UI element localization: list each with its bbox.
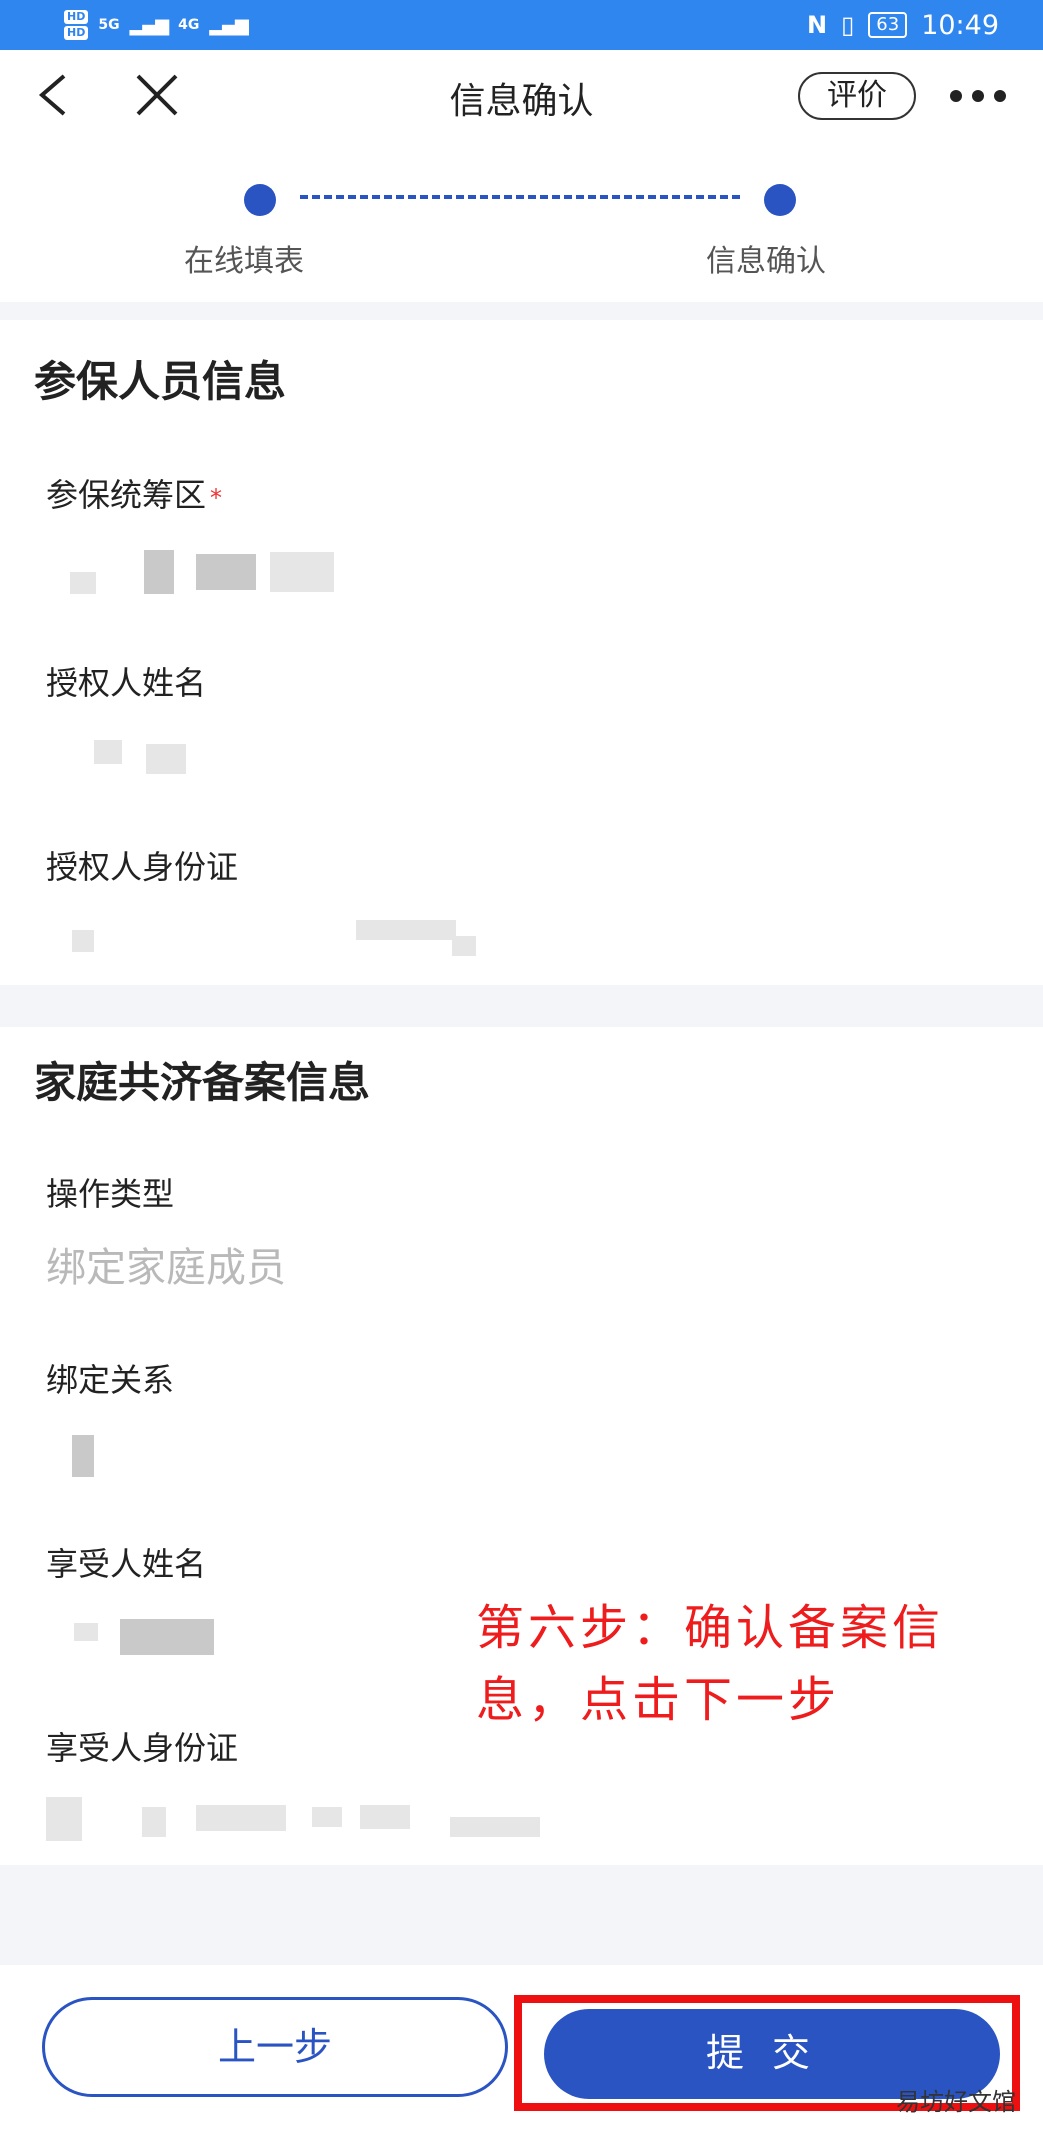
redacted-value bbox=[270, 552, 334, 592]
field-label-relation: 绑定关系 bbox=[46, 1361, 175, 1399]
family-info-card: 家庭共济备案信息 操作类型 绑定家庭成员 绑定关系 享受人姓名 享受人身份证 bbox=[0, 1027, 1043, 1865]
redacted-value bbox=[360, 1805, 410, 1829]
insured-info-card: 参保人员信息 参保统筹区 * 授权人姓名 授权人身份证 bbox=[0, 320, 1043, 985]
more-dots-icon bbox=[950, 90, 1006, 102]
field-label-beneficiary-id: 享受人身份证 bbox=[46, 1729, 239, 1767]
rate-button[interactable]: 评价 bbox=[798, 72, 916, 120]
status-right: N ▯ 63 10:49 bbox=[807, 10, 999, 41]
insured-section-title: 参保人员信息 bbox=[34, 357, 287, 406]
redacted-value bbox=[146, 744, 186, 774]
redacted-value bbox=[196, 554, 256, 590]
family-section-title: 家庭共济备案信息 bbox=[34, 1058, 371, 1107]
redacted-value bbox=[46, 1797, 82, 1841]
hd-badge-1: HD bbox=[64, 10, 89, 24]
region-label-text: 参保统筹区 bbox=[46, 476, 207, 514]
redacted-value bbox=[196, 1805, 286, 1831]
status-bar: HD HD 5G ▂▄▆ 4G ▂▄▆ N ▯ 63 10:49 bbox=[0, 0, 1043, 50]
redacted-value bbox=[74, 1623, 98, 1641]
back-button[interactable] bbox=[30, 68, 80, 122]
operation-type-value: 绑定家庭成员 bbox=[46, 1245, 286, 1291]
step-1-dot bbox=[244, 184, 276, 216]
hd-badges: HD HD bbox=[64, 10, 89, 40]
redacted-value bbox=[142, 1807, 166, 1837]
redacted-value bbox=[452, 936, 476, 956]
battery-icon: 63 bbox=[868, 12, 908, 38]
previous-step-button[interactable]: 上一步 bbox=[42, 1997, 508, 2097]
signal-icon: ▂▄▆ bbox=[129, 14, 170, 36]
signal-icon-2: ▂▄▆ bbox=[209, 14, 249, 36]
nfc-icon: N bbox=[806, 11, 828, 39]
progress-steps: 在线填表 信息确认 bbox=[0, 140, 1043, 302]
chevron-left-icon bbox=[38, 74, 66, 116]
vibrate-icon: ▯ bbox=[841, 11, 855, 39]
redacted-value bbox=[72, 1435, 94, 1477]
close-button[interactable] bbox=[130, 68, 184, 122]
step-2-label: 信息确认 bbox=[706, 244, 826, 279]
field-label-authorizer-name: 授权人姓名 bbox=[46, 664, 207, 702]
footer-bar: 上一步 提交 易坊好文馆 bbox=[0, 1965, 1043, 2129]
redacted-value bbox=[450, 1817, 540, 1837]
close-icon bbox=[136, 74, 178, 116]
field-label-region: 参保统筹区 * bbox=[46, 470, 222, 516]
step-2-dot bbox=[764, 184, 796, 216]
redacted-value bbox=[356, 920, 456, 940]
field-label-operation-type: 操作类型 bbox=[46, 1175, 175, 1213]
clock: 10:49 bbox=[921, 9, 999, 41]
network-4g-label: 4G bbox=[178, 17, 200, 33]
required-mark: * bbox=[210, 484, 223, 512]
hd-badge-2: HD bbox=[64, 26, 89, 40]
redacted-value bbox=[120, 1619, 214, 1655]
nav-bar: 信息确认 评价 bbox=[0, 50, 1043, 140]
redacted-value bbox=[312, 1807, 342, 1827]
more-button[interactable] bbox=[946, 74, 1010, 118]
field-label-authorizer-id: 授权人身份证 bbox=[46, 848, 239, 886]
status-left: HD HD 5G ▂▄▆ 4G ▂▄▆ bbox=[64, 10, 249, 40]
redacted-value bbox=[72, 930, 94, 952]
redacted-value bbox=[70, 572, 96, 594]
watermark: 易坊好文馆 bbox=[896, 2088, 1016, 2116]
tutorial-annotation: 第六步：确认备案信息，点击下一步 bbox=[476, 1600, 945, 1728]
step-connector bbox=[300, 195, 740, 199]
step-1-label: 在线填表 bbox=[184, 244, 304, 279]
redacted-value bbox=[144, 550, 174, 594]
redacted-value bbox=[94, 740, 122, 764]
field-label-beneficiary-name: 享受人姓名 bbox=[46, 1545, 207, 1583]
network-5g-label: 5G bbox=[98, 17, 120, 33]
